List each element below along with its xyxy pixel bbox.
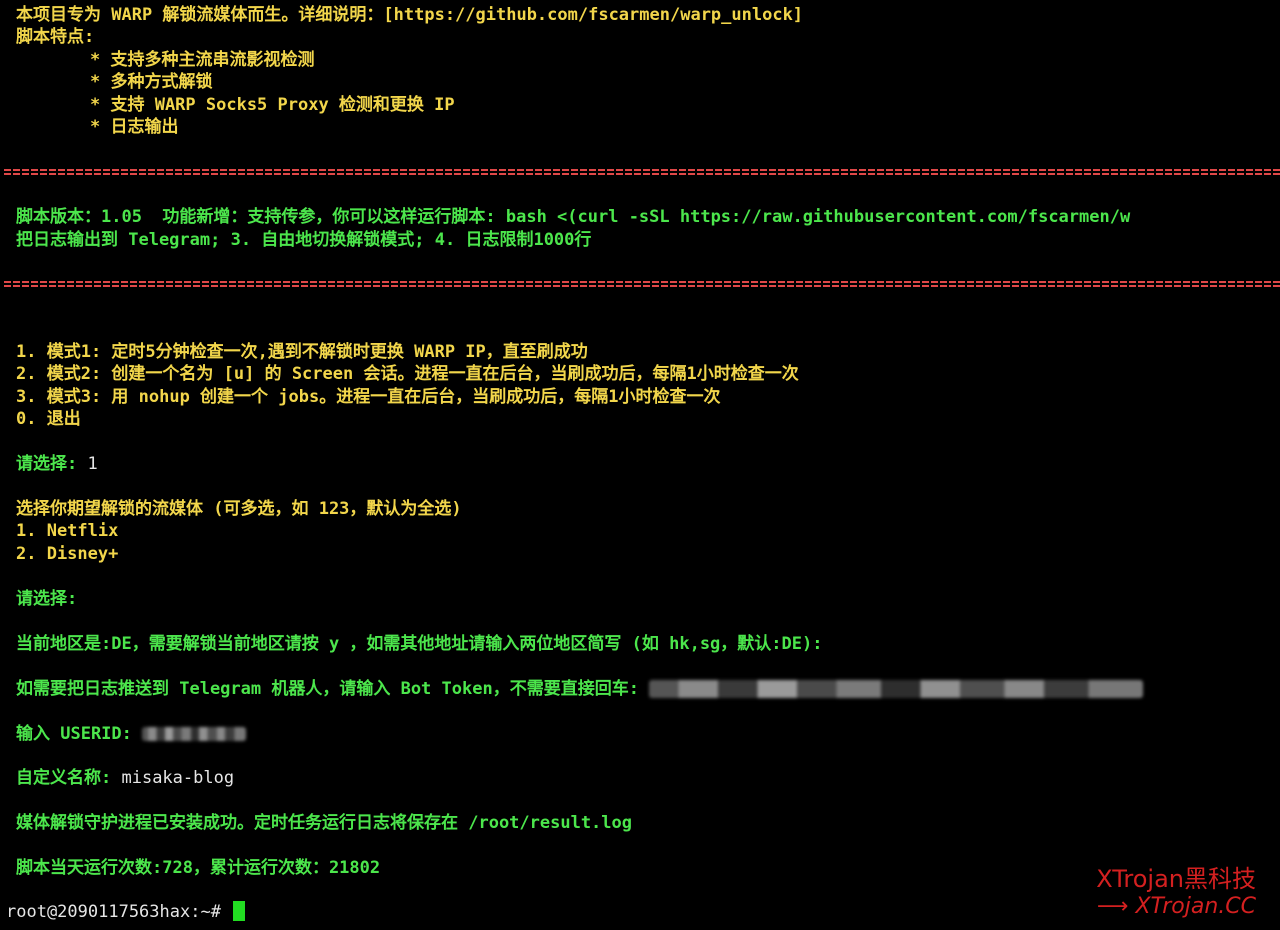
arrow-icon: ⟶ — [1096, 894, 1129, 919]
shell-prompt[interactable]: root@2090117563hax:~# — [6, 901, 246, 923]
media-option: 1. Netflix — [16, 521, 119, 541]
custom-name-value: misaka-blog — [121, 768, 235, 788]
bot-token-redacted — [649, 680, 1144, 698]
watermark: XTrojan黑科技 ⟶ XTrojan.CC — [1096, 864, 1256, 920]
userid-label: 输入 USERID: — [16, 724, 143, 744]
separator-line — [4, 281, 1280, 287]
version-line: 脚本版本：1.05 功能新增：支持传参，你可以这样运行脚本: bash <(cu… — [16, 207, 1131, 227]
run-stats: 脚本当天运行次数:728，累计运行次数：21802 — [16, 858, 381, 878]
telegram-prompt: 如需要把日志推送到 Telegram 机器人，请输入 Bot Token，不需要… — [16, 678, 1144, 700]
feature-item: * 日志输出 — [90, 117, 179, 137]
mode-option: 0. 退出 — [16, 409, 81, 429]
features-title: 脚本特点: — [16, 27, 95, 47]
prompt-text: root@2090117563hax:~# — [6, 902, 232, 922]
watermark-title: XTrojan黑科技 — [1096, 865, 1256, 893]
mode-option: 3. 模式3: 用 nohup 创建一个 jobs。进程一直在后台，当刷成功后，… — [16, 387, 721, 407]
custom-name-label: 自定义名称: — [16, 768, 122, 788]
userid-prompt: 输入 USERID: — [16, 723, 247, 745]
region-prompt: 当前地区是:DE，需要解锁当前地区请按 y ，如需其他地址请输入两位地区简写 (… — [16, 634, 823, 654]
userid-redacted — [142, 727, 247, 741]
terminal-window[interactable]: 本项目专为 WARP 解锁流媒体而生。详细说明：[https://github.… — [0, 0, 1280, 930]
mode-option: 2. 模式2: 创建一个名为 [u] 的 Screen 会话。进程一直在后台，当… — [16, 364, 799, 384]
watermark-url-text: XTrojan.CC — [1135, 894, 1256, 919]
choice-prompt: 请选择: 1 — [16, 453, 98, 475]
choice-label: 请选择: — [16, 454, 88, 474]
feature-item: * 支持多种主流串流影视检测 — [90, 50, 315, 70]
choice-prompt: 请选择: — [16, 589, 88, 609]
media-option: 2. Disney+ — [16, 544, 119, 564]
feature-item: * 支持 WARP Socks5 Proxy 检测和更换 IP — [90, 95, 455, 115]
choice-value: 1 — [87, 454, 98, 474]
mode-option: 1. 模式1: 定时5分钟检查一次,遇到不解锁时更换 WARP IP，直至刷成功 — [16, 342, 588, 362]
cursor-block — [233, 901, 246, 921]
version-features-line: 把日志输出到 Telegram; 3. 自由地切换解锁模式; 4. 日志限制10… — [16, 230, 592, 250]
media-title: 选择你期望解锁的流媒体 (可多选，如 123，默认为全选) — [16, 499, 462, 519]
separator-line — [4, 169, 1280, 175]
success-message: 媒体解锁守护进程已安装成功。定时任务运行日志将保存在 /root/result.… — [16, 813, 632, 833]
feature-item: * 多种方式解锁 — [90, 72, 213, 92]
custom-name-line: 自定义名称: misaka-blog — [16, 767, 234, 789]
telegram-label: 如需要把日志推送到 Telegram 机器人，请输入 Bot Token，不需要… — [16, 679, 650, 699]
watermark-url: ⟶ XTrojan.CC — [1096, 894, 1256, 920]
intro-line: 本项目专为 WARP 解锁流媒体而生。详细说明：[https://github.… — [16, 5, 804, 25]
